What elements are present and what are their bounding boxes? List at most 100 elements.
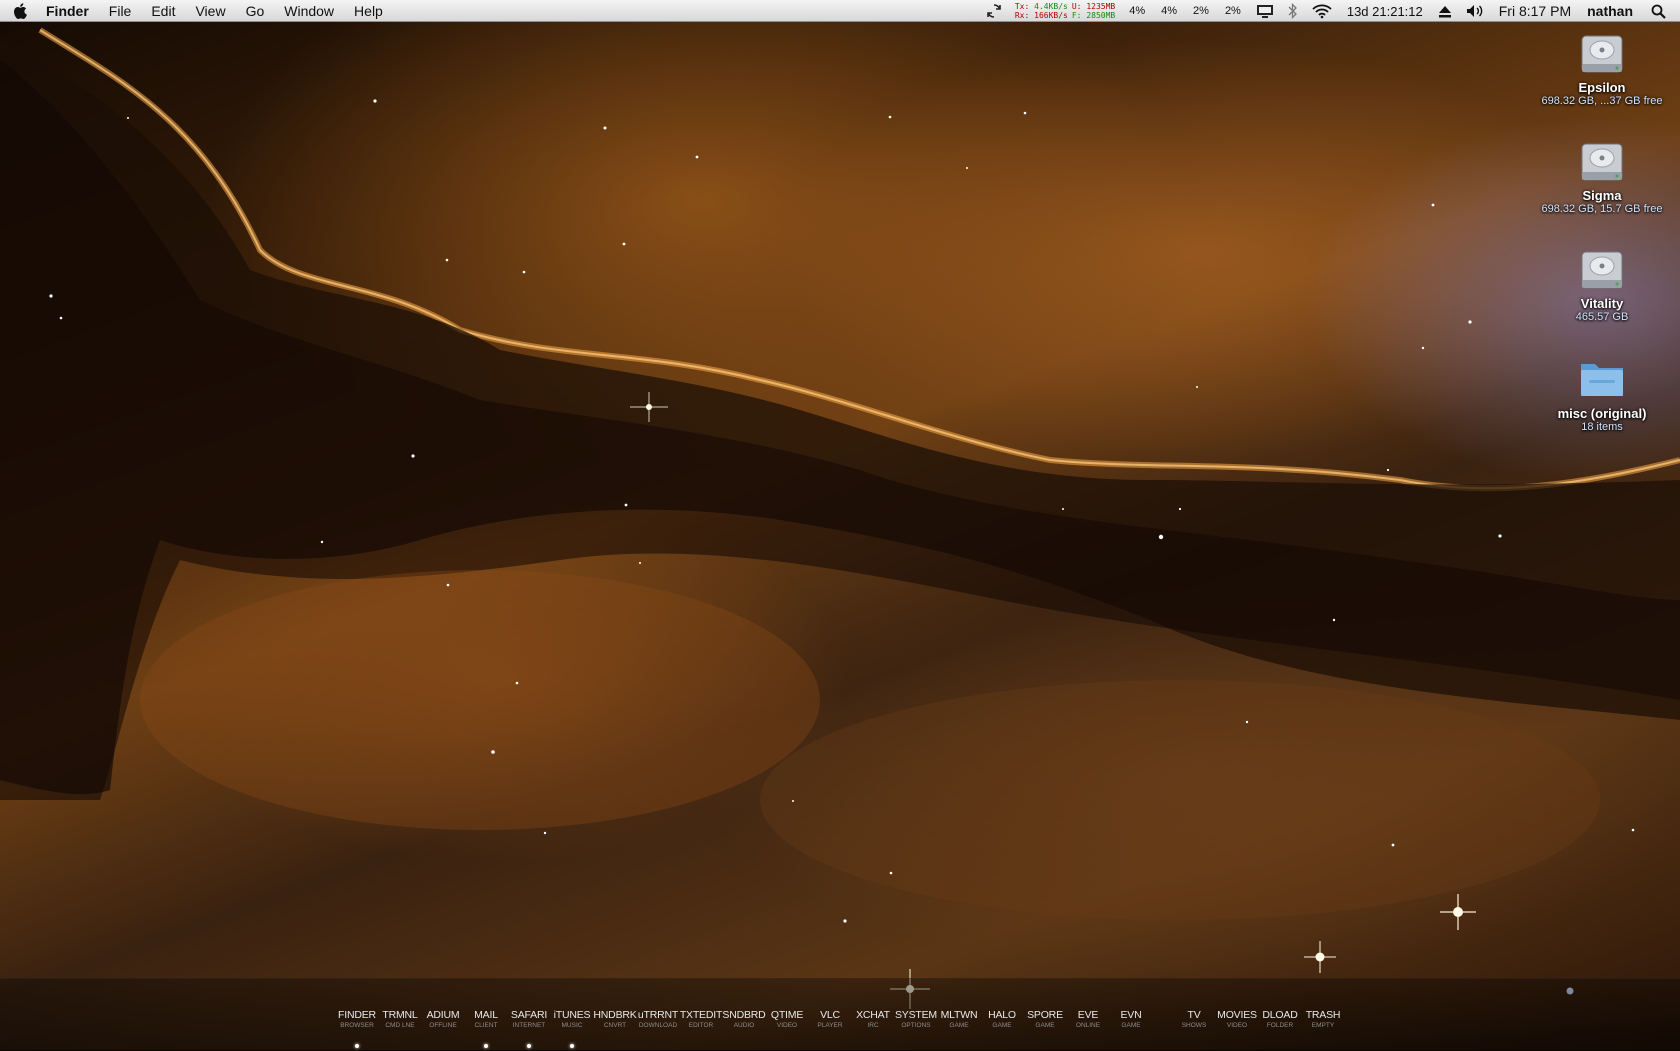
dock-item-vlc[interactable]: VLC PLAYER bbox=[808, 1009, 852, 1029]
dock-item-sublabel: EMPTY bbox=[1311, 1022, 1335, 1029]
dock-item-label: ADIUM bbox=[426, 1009, 460, 1021]
menu-window[interactable]: Window bbox=[274, 0, 344, 22]
cpu-meter-1[interactable]: 4% bbox=[1121, 5, 1153, 17]
running-indicator-mail bbox=[484, 1044, 488, 1048]
dock-item-eve[interactable]: EVE ONLINE bbox=[1066, 1009, 1110, 1029]
dock-item-tv[interactable]: TV SHOWS bbox=[1172, 1009, 1216, 1029]
dock-item-adium[interactable]: ADIUM OFFLINE bbox=[421, 1009, 465, 1029]
uptime-text[interactable]: 13d 21:21:12 bbox=[1339, 4, 1431, 19]
dock-item-utorrent[interactable]: uTRRNT DOWNLOAD bbox=[636, 1009, 680, 1029]
volume-icon[interactable] bbox=[1459, 4, 1491, 18]
cpu-meter-2[interactable]: 4% bbox=[1153, 5, 1185, 17]
dock-item-label: uTRRNT bbox=[637, 1009, 679, 1021]
menu-edit[interactable]: Edit bbox=[141, 0, 185, 22]
desktop-item-misc-folder[interactable]: misc (original) 18 items bbox=[1532, 356, 1672, 433]
rx-value: 166KB/s bbox=[1034, 11, 1068, 20]
desktop-item-info: 698.32 GB, 15.7 GB free bbox=[1541, 203, 1663, 215]
desktop-item-epsilon[interactable]: Epsilon 698.32 GB, ...37 GB free bbox=[1532, 30, 1672, 107]
dock-item-spore[interactable]: SPORE GAME bbox=[1023, 1009, 1067, 1029]
menu-clock[interactable]: Fri 8:17 PM bbox=[1491, 3, 1579, 19]
dock-item-marathon[interactable]: MLTWN GAME bbox=[937, 1009, 981, 1029]
nebula-art bbox=[0, 27, 1680, 1009]
dock-item-sublabel: ONLINE bbox=[1075, 1022, 1101, 1029]
network-monitor[interactable]: Tx: 4.4KB/s U: 1235MB Rx: 166KB/s F: 285… bbox=[1015, 2, 1115, 20]
dock-item-itunes[interactable]: iTUNES MUSIC bbox=[550, 1009, 594, 1029]
dock-item-label: MOVIES bbox=[1217, 1009, 1257, 1021]
user-menu[interactable]: nathan bbox=[1579, 3, 1641, 19]
app-menu-finder[interactable]: Finder bbox=[40, 0, 99, 22]
desktop-item-vitality[interactable]: Vitality 465.57 GB bbox=[1532, 246, 1672, 323]
tx-label: Tx: bbox=[1014, 2, 1030, 11]
desktop-item-info: 698.32 GB, ...37 GB free bbox=[1541, 95, 1663, 107]
dock-item-label: XCHAT bbox=[856, 1009, 890, 1021]
hard-drive-icon bbox=[1579, 138, 1625, 186]
dock-item-system-preferences[interactable]: SYSTEM OPTIONS bbox=[894, 1009, 938, 1029]
menu-view[interactable]: View bbox=[185, 0, 235, 22]
dock-item-evn[interactable]: EVN GAME bbox=[1109, 1009, 1153, 1029]
dock-item-sublabel: CMD LNE bbox=[385, 1022, 415, 1029]
dock-item-sublabel: OFFLINE bbox=[429, 1022, 457, 1029]
dock-item-label: DLOAD bbox=[1262, 1009, 1298, 1021]
desktop-item-info: 18 items bbox=[1581, 421, 1623, 433]
dock-item-label: MLTWN bbox=[940, 1009, 978, 1021]
wifi-icon[interactable] bbox=[1305, 4, 1339, 19]
dock-item-xchat[interactable]: XCHAT IRC bbox=[851, 1009, 895, 1029]
desktop-item-sigma[interactable]: Sigma 698.32 GB, 15.7 GB free bbox=[1532, 138, 1672, 215]
dock-item-sublabel: GAME bbox=[992, 1022, 1012, 1029]
dock-item-trash[interactable]: TRASH EMPTY bbox=[1301, 1009, 1345, 1029]
running-indicator-finder bbox=[355, 1044, 359, 1048]
dock-item-label: SNDBRD bbox=[722, 1009, 766, 1021]
menu-help[interactable]: Help bbox=[344, 0, 393, 22]
dock-item-sublabel: CLIENT bbox=[474, 1022, 498, 1029]
dock-item-label: HNDBRK bbox=[593, 1009, 637, 1021]
dock-item-sublabel: SHOWS bbox=[1181, 1022, 1207, 1029]
tx-value: 4.4KB/s bbox=[1034, 2, 1068, 11]
dock-item-sublabel: OPTIONS bbox=[901, 1022, 931, 1029]
dock-item-mail[interactable]: MAIL CLIENT bbox=[464, 1009, 508, 1029]
dock-item-soundboard[interactable]: SNDBRD AUDIO bbox=[722, 1009, 766, 1029]
dock-item-movies[interactable]: MOVIES VIDEO bbox=[1215, 1009, 1259, 1029]
u-label: U: bbox=[1071, 2, 1082, 11]
dock-item-sublabel: BROWSER bbox=[340, 1022, 374, 1029]
dock-item-safari[interactable]: SAFARI INTERNET bbox=[507, 1009, 551, 1029]
dock-item-terminal[interactable]: TRMNL CMD LNE bbox=[378, 1009, 422, 1029]
f-value: 2850MB bbox=[1086, 11, 1116, 20]
running-indicator-safari bbox=[527, 1044, 531, 1048]
dock-item-downloads[interactable]: DLOAD FOLDER bbox=[1258, 1009, 1302, 1029]
dock-item-label: MAIL bbox=[474, 1009, 498, 1021]
dock-item-label: EVE bbox=[1077, 1009, 1099, 1021]
dock-item-quicktime[interactable]: QTIME VIDEO bbox=[765, 1009, 809, 1029]
dock-item-label: SAFARI bbox=[510, 1009, 548, 1021]
sync-icon[interactable] bbox=[979, 3, 1009, 19]
menu-file[interactable]: File bbox=[99, 0, 142, 22]
dock-item-sublabel: GAME bbox=[949, 1022, 969, 1029]
menu-go[interactable]: Go bbox=[236, 0, 275, 22]
desktop-item-name: Vitality bbox=[1580, 296, 1624, 311]
dock-item-halo[interactable]: HALO GAME bbox=[980, 1009, 1024, 1029]
dock-item-sublabel: CNVRT bbox=[603, 1022, 627, 1029]
dock-item-sublabel: AUDIO bbox=[733, 1022, 755, 1029]
running-indicator-itunes bbox=[570, 1044, 574, 1048]
dock: FINDER BROWSER TRMNL CMD LNE ADIUM OFFLINE … bbox=[0, 978, 1680, 1051]
dock-item-label: TXTEDIT bbox=[679, 1009, 723, 1021]
cpu-meter-4[interactable]: 2% bbox=[1217, 5, 1249, 17]
dock-item-sublabel: DOWNLOAD bbox=[638, 1022, 678, 1029]
dock-item-label: TV bbox=[1187, 1009, 1201, 1021]
dock-item-label: VLC bbox=[820, 1009, 840, 1021]
spotlight-icon[interactable] bbox=[1641, 4, 1680, 19]
eject-icon[interactable] bbox=[1431, 5, 1459, 18]
dock-item-sublabel: IRC bbox=[867, 1022, 879, 1029]
desktop-item-name: misc (original) bbox=[1557, 406, 1647, 421]
rx-label: Rx: bbox=[1014, 11, 1030, 20]
dock-item-handbrake[interactable]: HNDBRK CNVRT bbox=[593, 1009, 637, 1029]
display-icon[interactable] bbox=[1249, 4, 1281, 18]
cpu-meter-3[interactable]: 2% bbox=[1185, 5, 1217, 17]
apple-menu-icon[interactable] bbox=[0, 2, 40, 19]
bluetooth-icon[interactable] bbox=[1281, 3, 1305, 19]
dock-item-finder[interactable]: FINDER BROWSER bbox=[335, 1009, 379, 1029]
dock-item-sublabel: GAME bbox=[1121, 1022, 1141, 1029]
dock-item-textedit[interactable]: TXTEDIT EDITOR bbox=[679, 1009, 723, 1029]
hard-drive-icon bbox=[1579, 246, 1625, 294]
dock-item-label: EVN bbox=[1120, 1009, 1142, 1021]
dock-item-label: QTIME bbox=[770, 1009, 804, 1021]
